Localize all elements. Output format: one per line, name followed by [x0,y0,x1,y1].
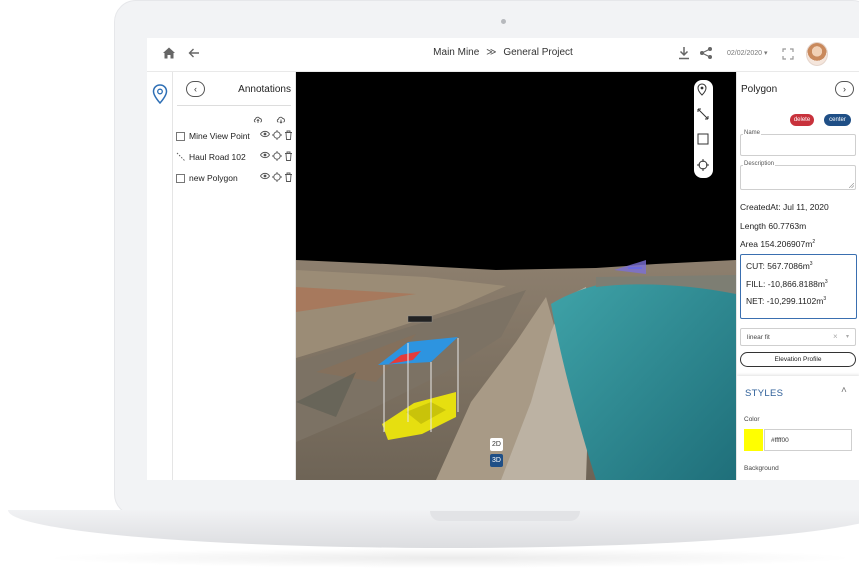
fit-method-value: linear fit [747,334,770,341]
breadcrumb-subproject[interactable]: General Project [503,47,572,58]
center-button[interactable]: center [824,114,851,126]
collapse-panel-button[interactable]: ‹ [186,81,205,97]
2d-mode-button[interactable]: 2D [490,438,503,451]
3d-viewport[interactable]: 2D 3D [296,72,736,480]
line-type-icon [176,152,186,164]
cut-volume: CUT: 567.7086m3 [746,261,813,271]
crosshair-icon[interactable] [271,151,282,163]
location-pin-icon[interactable] [152,84,168,105]
clear-icon[interactable]: × [833,332,838,341]
top-bar: Main Mine ≫ General Project 02/02/2020 ▾ [147,38,859,72]
eye-icon[interactable] [259,151,270,163]
delete-button[interactable]: delete [790,114,814,126]
area-value: Area 154.206907m2 [740,239,815,249]
styles-title: STYLES [745,388,784,399]
fill-unit-exponent: 3 [824,279,828,286]
background-label: Background [744,465,779,472]
fit-method-select[interactable]: linear fit × ▾ [740,328,856,346]
visibility-checkbox[interactable] [176,132,185,141]
name-field[interactable] [740,134,856,156]
net-volume: NET: -10,299.1102m3 [746,296,826,306]
area-text: Area 154.206907m [740,239,813,249]
details-panel: Polygon › delete center Name Description… [736,72,859,480]
description-field[interactable] [740,165,856,190]
cut-unit-exponent: 3 [809,261,813,268]
trash-icon[interactable] [283,130,294,142]
chevron-down-icon: ▾ [764,50,768,57]
description-label: Description [743,161,776,167]
app-screen: Main Mine ≫ General Project 02/02/2020 ▾ [147,38,859,480]
resize-handle-icon[interactable] [849,183,854,188]
annotations-panel: ‹ Annotations Mine View Point Haul Road … [173,72,296,480]
annotation-label: Haul Road 102 [189,152,246,162]
color-value: #ffff00 [771,437,789,444]
list-item[interactable]: Mine View Point [176,129,294,145]
avatar[interactable] [806,42,828,66]
crosshair-icon[interactable] [271,130,282,142]
location-pin-icon[interactable] [697,83,710,96]
viewport-toolbar [694,80,713,178]
volume-summary: CUT: 567.7086m3 FILL: -10,866.8188m3 NET… [740,254,857,319]
annotation-label: new Polygon [189,173,238,183]
net-unit-exponent: 3 [823,296,827,303]
breadcrumb-separator: ≫ [486,47,497,58]
laptop-notch [430,511,580,521]
left-rail [147,72,173,480]
trash-icon[interactable] [283,151,294,163]
area-unit-exponent: 2 [812,239,816,246]
chevron-down-icon[interactable]: ▾ [846,333,849,340]
styles-section: STYLES ˄ Color #ffff00 Background [737,376,859,480]
trash-icon[interactable] [283,172,294,184]
list-item[interactable]: new Polygon [176,171,294,187]
visibility-checkbox[interactable] [176,174,185,183]
crosshair-icon[interactable] [271,172,282,184]
webcam [501,19,506,24]
divider [177,105,291,106]
length-value: Length 60.7763m [740,221,807,231]
list-item[interactable]: Haul Road 102 [176,150,294,166]
breadcrumb-project[interactable]: Main Mine [433,47,479,58]
elevation-profile-button[interactable]: Elevation Profile [740,352,856,367]
chevron-up-icon[interactable]: ˄ [841,385,847,396]
expand-panel-button[interactable]: › [835,81,854,97]
fill-text: FILL: -10,866.8188m [746,279,825,289]
cut-text: CUT: 567.7086m [746,261,810,271]
measure-line-icon[interactable] [697,108,710,121]
download-icon[interactable] [674,45,694,65]
net-text: NET: -10,299.1102m [746,296,824,306]
share-icon[interactable] [696,45,716,65]
color-swatch[interactable] [744,429,763,451]
cloud-upload-icon[interactable] [253,114,263,124]
color-input[interactable]: #ffff00 [764,429,852,451]
name-label: Name [743,130,762,136]
crosshair-icon[interactable] [697,159,710,172]
created-at: CreatedAt: Jul 11, 2020 [740,202,829,212]
fullscreen-icon[interactable] [778,45,798,65]
panel-title: Polygon [741,84,778,95]
cloud-download-icon[interactable] [276,114,286,124]
eye-icon[interactable] [259,172,270,184]
terrain-render [296,72,736,480]
annotations-title: Annotations [238,84,291,95]
color-label: Color [744,416,760,423]
fill-volume: FILL: -10,866.8188m3 [746,279,828,289]
laptop-mockup: Main Mine ≫ General Project 02/02/2020 ▾ [0,0,859,582]
annotation-label: Mine View Point [189,131,250,141]
laptop-shadow [40,548,859,568]
eye-icon[interactable] [259,130,270,142]
date-value: 02/02/2020 [727,50,763,57]
rectangle-icon[interactable] [697,133,710,146]
date-selector[interactable]: 02/02/2020 ▾ [727,49,768,57]
3d-mode-button[interactable]: 3D [490,454,503,467]
